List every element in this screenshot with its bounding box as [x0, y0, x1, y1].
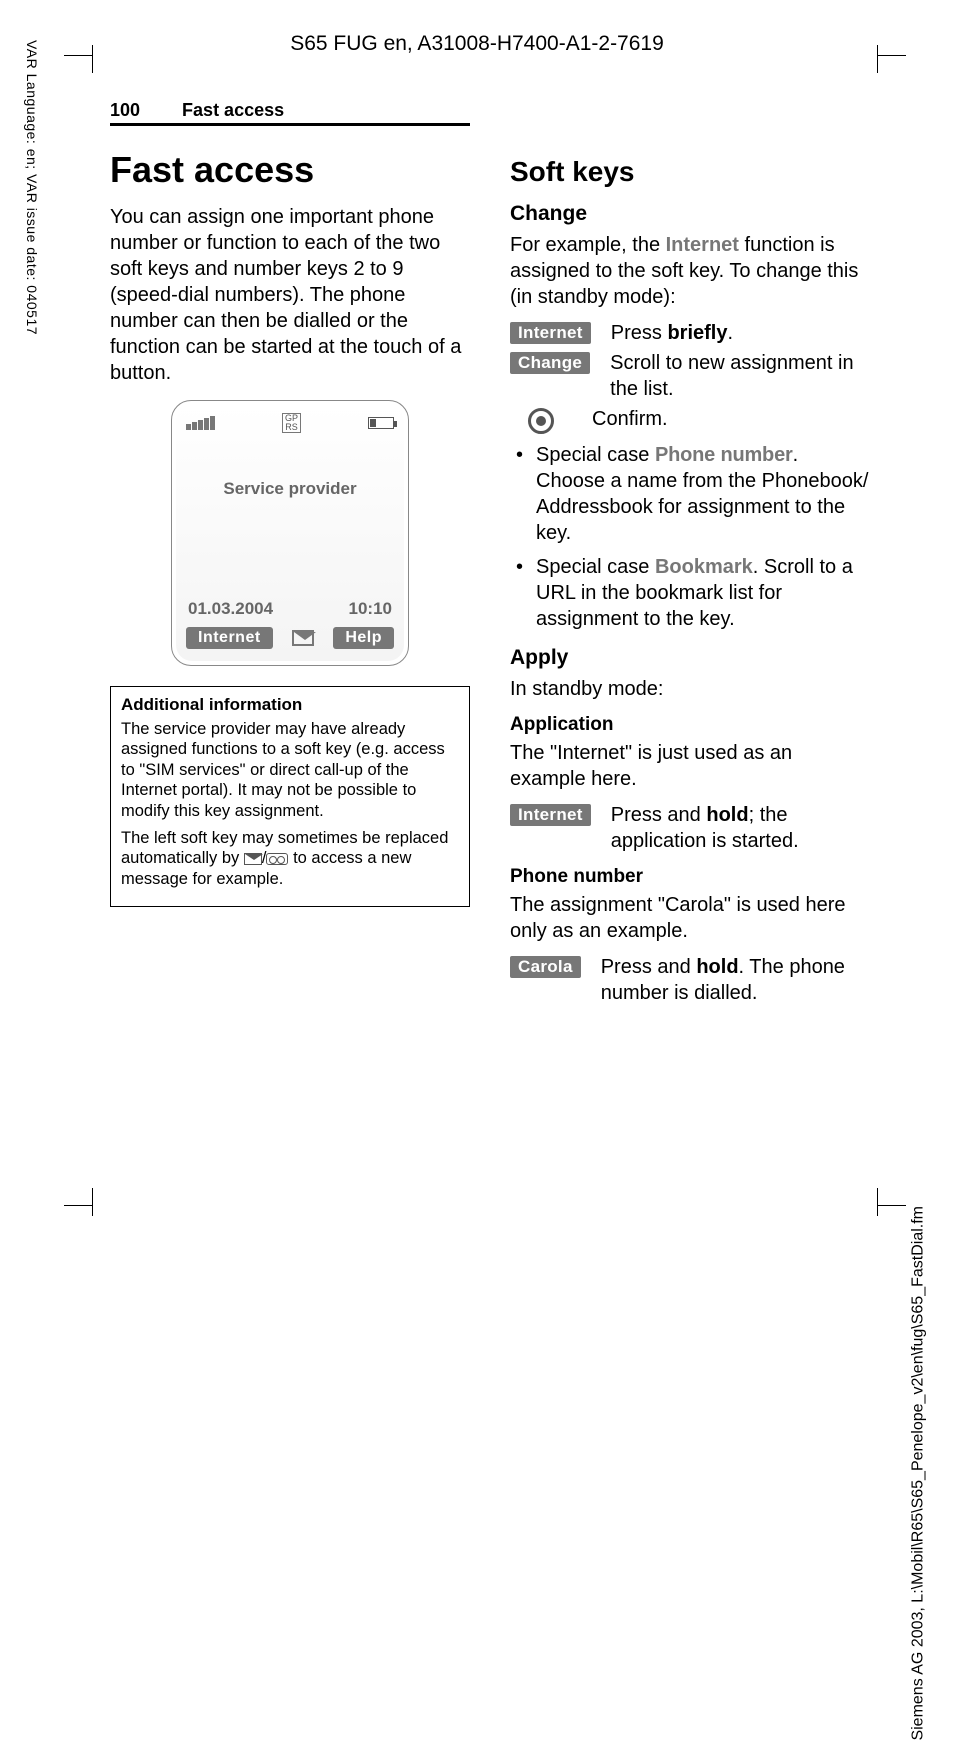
crop-mark: [877, 1188, 878, 1216]
heading-change: Change: [510, 202, 870, 226]
key-carola-desc: Press and hold. The phone number is dial…: [601, 954, 870, 1006]
left-margin-note: VAR Language: en; VAR issue date: 040517: [24, 40, 40, 335]
intro-paragraph: You can assign one important phone numbe…: [110, 204, 470, 386]
apply-intro: In standby mode:: [510, 676, 870, 702]
bullet-phone-number: Special case Phone number. Choose a name…: [510, 442, 870, 546]
signal-icon: [186, 416, 215, 430]
left-column: Fast access You can assign one important…: [110, 150, 470, 1010]
phone-date: 01.03.2004: [188, 599, 273, 619]
crop-mark: [878, 55, 906, 56]
softkey-right: Help: [333, 627, 394, 649]
crop-mark: [64, 55, 92, 56]
infobox-p2: The left soft key may sometimes be repla…: [121, 828, 459, 890]
battery-icon: [368, 417, 394, 429]
right-column: Soft keys Change For example, the Intern…: [510, 150, 870, 1010]
key-internet: Internet: [510, 322, 591, 344]
heading-fast-access: Fast access: [110, 150, 470, 190]
voicemail-icon: [266, 853, 288, 865]
application-p: The "Internet" is just used as an exampl…: [510, 740, 870, 792]
crop-mark: [64, 1205, 92, 1206]
bullet-bookmark: Special case Bookmark. Scroll to a URL i…: [510, 554, 870, 632]
additional-info-box: Additional information The service provi…: [110, 686, 470, 907]
key-carola: Carola: [510, 956, 581, 978]
heading-application: Application: [510, 714, 870, 736]
service-provider-label: Service provider: [176, 479, 404, 499]
message-icon: [292, 630, 314, 646]
heading-phone-number: Phone number: [510, 866, 870, 888]
key-change-desc: Scroll to new assignment in the list.: [610, 350, 870, 402]
right-margin-note: Siemens AG 2003, L:\Mobil\R65\S65_Penelo…: [910, 1206, 928, 1741]
page-number: 100: [110, 100, 140, 121]
phone-illustration: GP RS Service provider 01.03.2004 10:10 …: [171, 400, 409, 666]
crop-mark: [92, 45, 93, 73]
key-internet-desc: Press briefly.: [611, 320, 870, 346]
crop-mark: [92, 1188, 93, 1216]
infobox-title: Additional information: [121, 695, 459, 715]
heading-soft-keys: Soft keys: [510, 156, 870, 188]
section-title: Fast access: [182, 100, 284, 121]
key-internet-apply-desc: Press and hold; the application is start…: [611, 802, 870, 854]
change-intro: For example, the Internet function is as…: [510, 232, 870, 310]
gprs-icon: GP RS: [282, 413, 301, 433]
infobox-p1: The service provider may have already as…: [121, 719, 459, 822]
softkey-left: Internet: [186, 627, 273, 649]
key-internet-apply: Internet: [510, 804, 591, 826]
phone-number-p: The assignment "Carola" is used here onl…: [510, 892, 870, 944]
key-change: Change: [510, 352, 590, 374]
envelope-icon: [244, 853, 262, 865]
document-header: S65 FUG en, A31008-H7400-A1-2-7619: [0, 32, 954, 56]
crop-mark: [877, 45, 878, 73]
running-header: 100 Fast access: [110, 100, 470, 126]
heading-apply: Apply: [510, 646, 870, 670]
crop-mark: [878, 1205, 906, 1206]
nav-key-desc: Confirm.: [592, 406, 870, 432]
nav-key-icon: [528, 408, 554, 434]
phone-time: 10:10: [349, 599, 392, 619]
